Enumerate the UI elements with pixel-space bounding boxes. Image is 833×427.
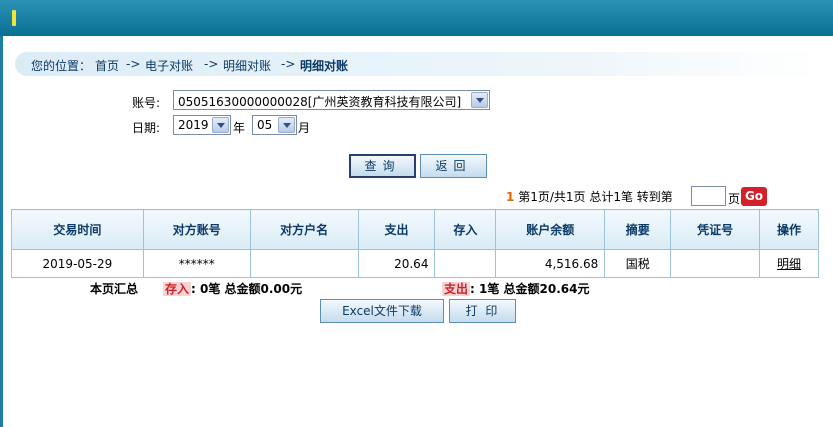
breadcrumb-ebill[interactable]: 电子对账 bbox=[145, 57, 193, 74]
breadcrumb-sep-3: -> bbox=[281, 57, 296, 71]
expense-tag: 支出 bbox=[442, 282, 471, 296]
year-select[interactable]: 2019 bbox=[173, 115, 231, 135]
year-select-value: 2019 bbox=[178, 118, 209, 132]
chevron-down-icon[interactable] bbox=[212, 117, 229, 133]
table-header-row: 交易时间 对方账号 对方户名 支出 存入 账户余额 摘要 凭证号 操作 bbox=[11, 209, 819, 250]
col-header-voucher: 凭证号 bbox=[670, 209, 761, 250]
pager-current: 1 bbox=[506, 190, 515, 204]
date-label: 日期: bbox=[132, 121, 161, 135]
expense-summary-text: : 1笔 总金额20.64元 bbox=[470, 282, 590, 296]
table-row: 2019-05-29 ****** 20.64 4,516.68 国税 明细 bbox=[11, 249, 819, 278]
top-bar bbox=[0, 0, 833, 36]
col-header-counter-account: 对方账号 bbox=[142, 209, 251, 250]
income-tag: 存入 bbox=[163, 282, 192, 296]
transaction-table: 交易时间 对方账号 对方户名 支出 存入 账户余额 摘要 凭证号 操作 2019… bbox=[11, 209, 819, 278]
year-unit: 年 bbox=[233, 121, 246, 135]
chevron-down-icon[interactable] bbox=[278, 117, 295, 133]
back-button[interactable]: 返回 bbox=[420, 154, 487, 178]
breadcrumb-sep-1: -> bbox=[126, 57, 141, 71]
income-summary-text: : 0笔 总金额0.00元 bbox=[191, 282, 303, 296]
goto-page-input[interactable] bbox=[691, 186, 726, 206]
month-select[interactable]: 05 bbox=[252, 115, 297, 135]
col-header-expense: 支出 bbox=[357, 209, 436, 250]
cell-income bbox=[434, 249, 497, 278]
cell-balance: 4,516.68 bbox=[495, 249, 606, 278]
month-select-value: 05 bbox=[257, 118, 273, 132]
month-unit: 月 bbox=[298, 121, 311, 135]
col-header-balance: 账户余额 bbox=[495, 209, 606, 250]
breadcrumb-prefix: 您的位置： bbox=[31, 59, 92, 73]
pager-text: 第1页/共1页 总计1笔 转到第 bbox=[518, 190, 673, 204]
cell-counter-account: ****** bbox=[142, 249, 251, 278]
col-header-summary: 摘要 bbox=[604, 209, 672, 250]
account-label: 账号: bbox=[132, 96, 161, 110]
breadcrumb-current: 明细对账 bbox=[300, 59, 349, 73]
pager-info: 1 第1页/共1页 总计1笔 转到第 bbox=[506, 188, 673, 205]
detail-link[interactable]: 明细 bbox=[777, 257, 801, 271]
cell-time: 2019-05-29 bbox=[11, 249, 144, 278]
cell-expense: 20.64 bbox=[357, 249, 436, 278]
col-header-time: 交易时间 bbox=[11, 209, 144, 250]
excel-download-button[interactable]: Excel文件下载 bbox=[320, 299, 444, 323]
breadcrumb-detail[interactable]: 明细对账 bbox=[223, 57, 271, 74]
go-button[interactable]: Go bbox=[741, 187, 767, 206]
chevron-down-icon[interactable] bbox=[471, 92, 488, 108]
query-button[interactable]: 查询 bbox=[349, 154, 416, 178]
breadcrumb-sep-2: -> bbox=[204, 57, 219, 71]
account-select[interactable]: 05051630000000028[广州英资教育科技有限公司] bbox=[173, 90, 490, 110]
summary-income: 存入: 0笔 总金额0.00元 bbox=[163, 280, 302, 297]
summary-expense: 支出: 1笔 总金额20.64元 bbox=[442, 280, 589, 297]
account-select-value: 05051630000000028[广州英资教育科技有限公司] bbox=[178, 95, 462, 109]
breadcrumb-home[interactable]: 首页 bbox=[95, 57, 119, 74]
marker-icon bbox=[12, 10, 16, 26]
summary-label: 本页汇总 bbox=[90, 282, 139, 296]
cell-action: 明细 bbox=[759, 249, 819, 278]
col-header-income: 存入 bbox=[434, 209, 497, 250]
cell-voucher bbox=[670, 249, 761, 278]
cell-summary: 国税 bbox=[604, 249, 672, 278]
cell-counter-name bbox=[249, 249, 359, 278]
col-header-counter-name: 对方户名 bbox=[249, 209, 359, 250]
pager-suffix: 页 bbox=[728, 192, 741, 206]
print-button[interactable]: 打 印 bbox=[449, 299, 516, 323]
breadcrumb: 您的位置： 首页 -> 电子对账 -> 明细对账 -> 明细对账 bbox=[15, 52, 820, 76]
col-header-action: 操作 bbox=[759, 209, 819, 250]
